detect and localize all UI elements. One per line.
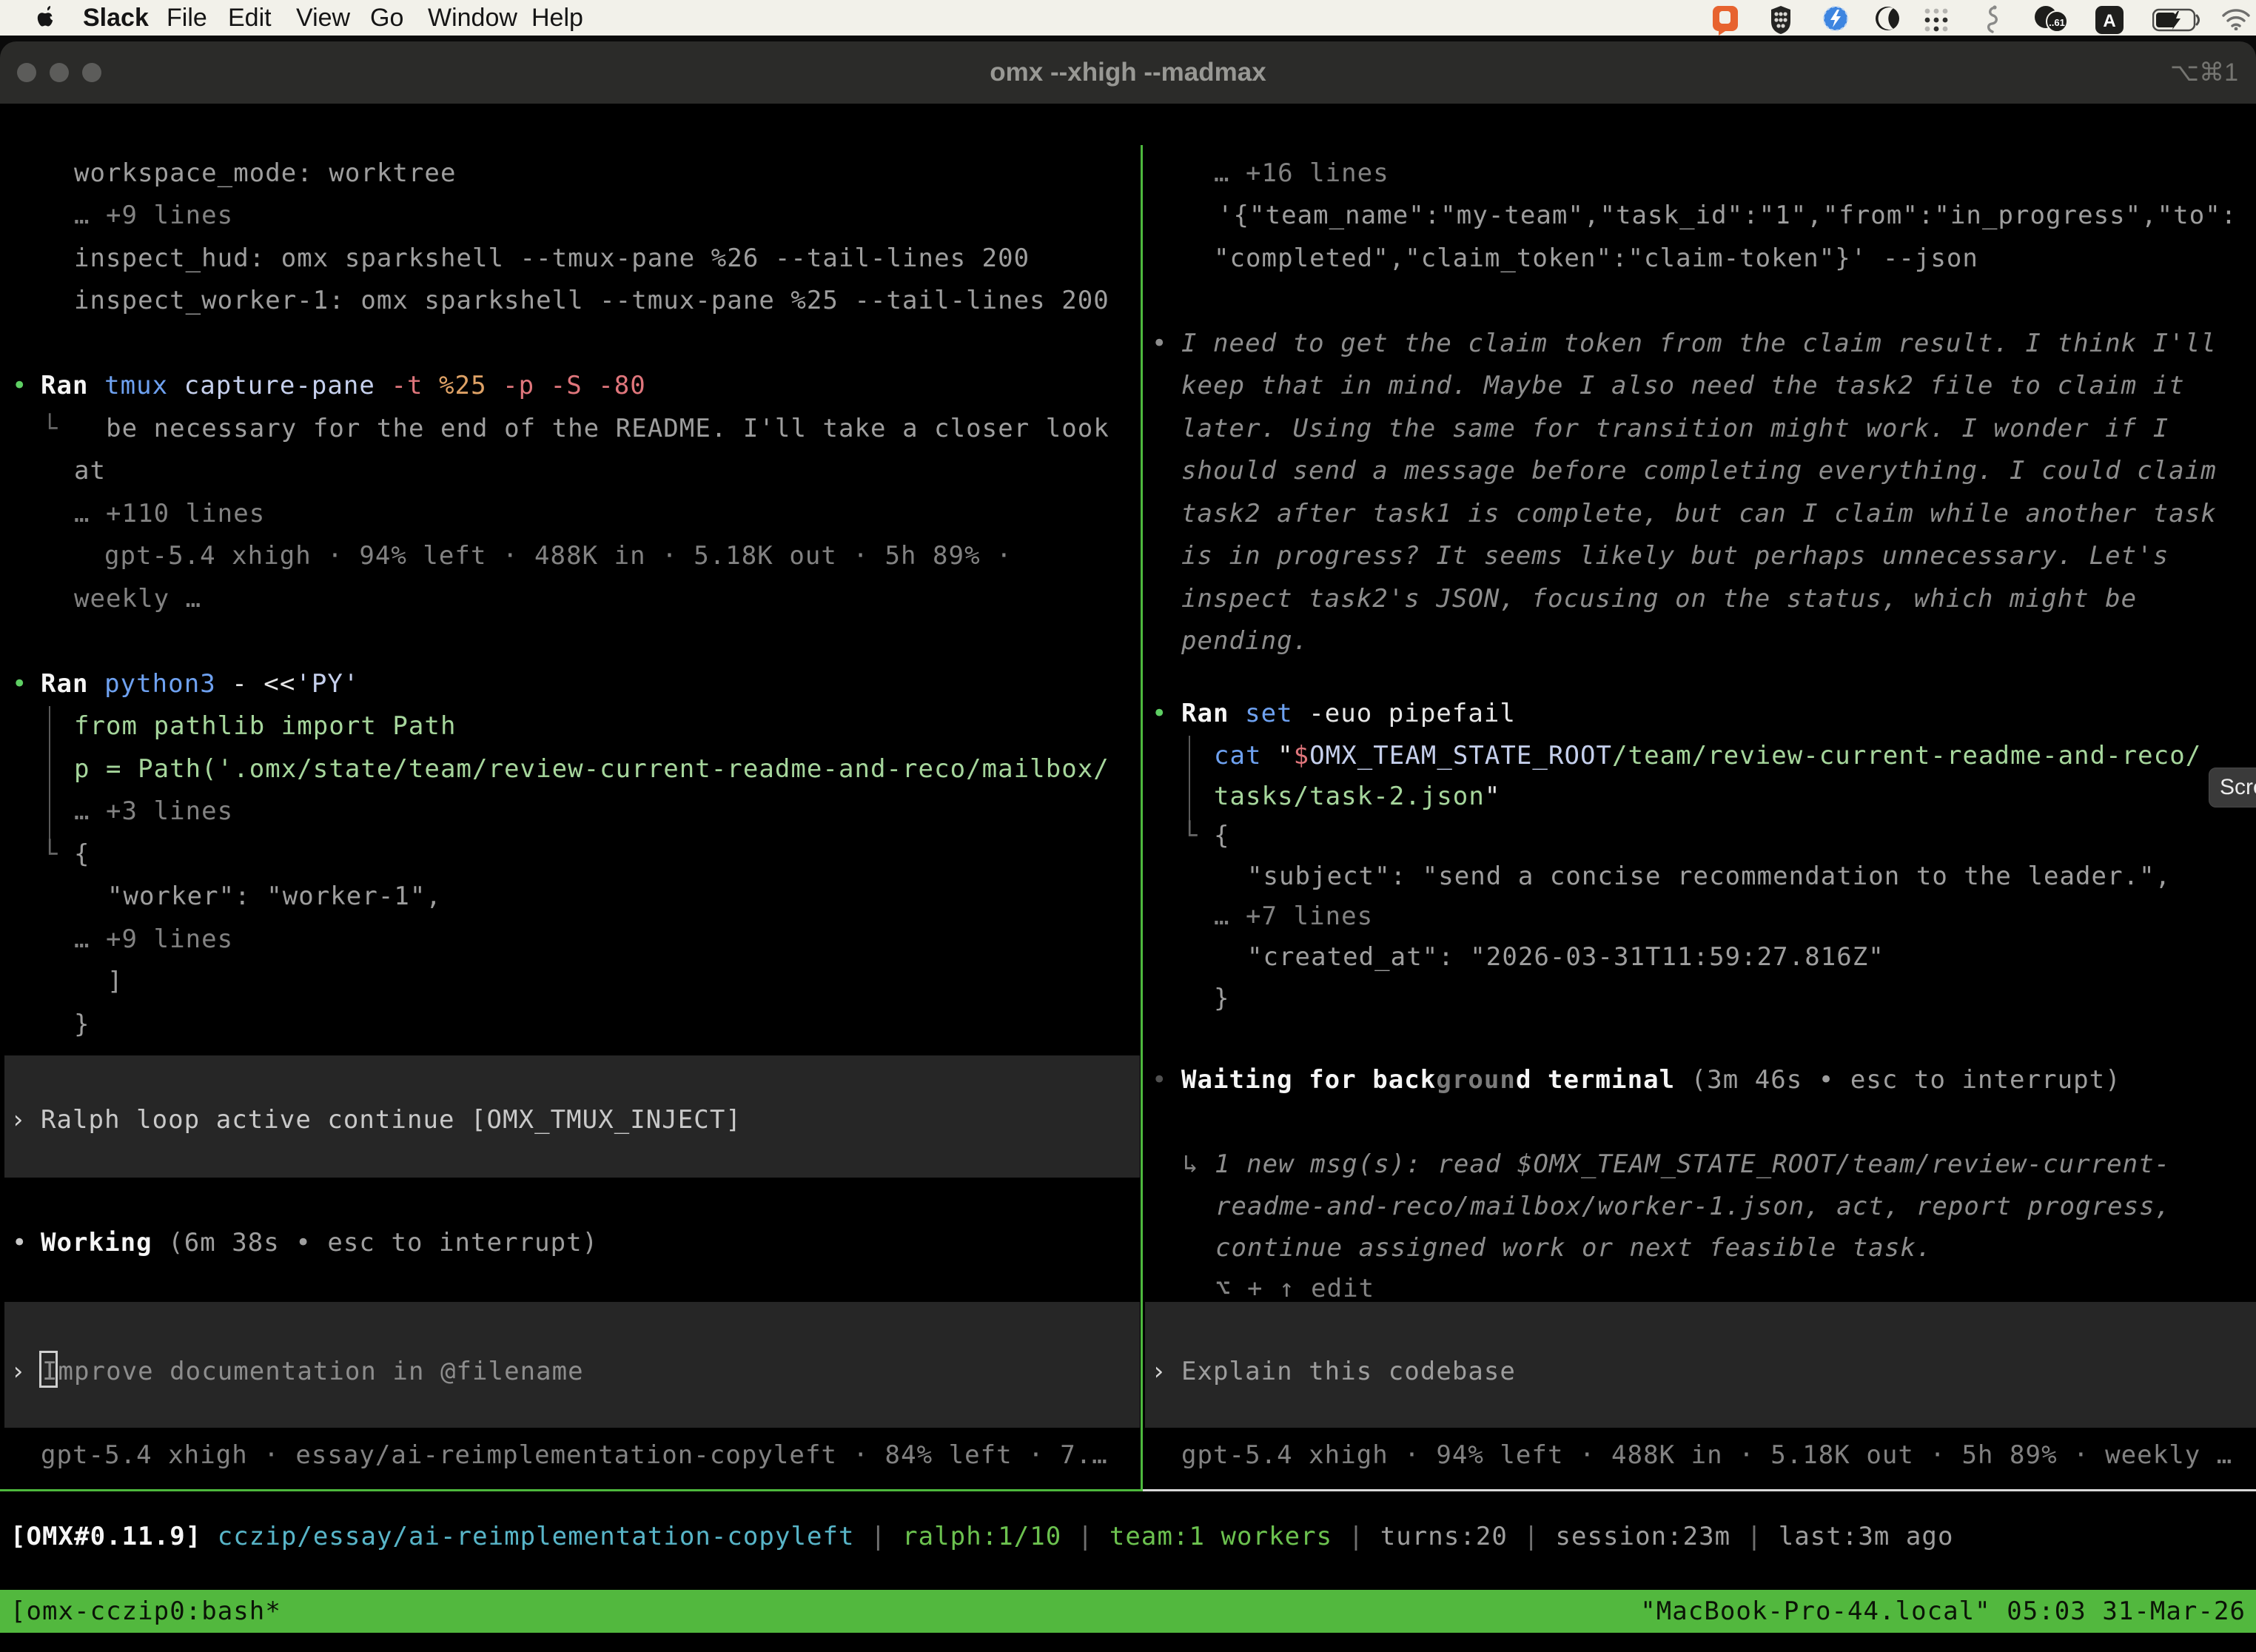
right-pane-line: tasks/task-2.json" — [1214, 782, 1500, 812]
left-pane-line: • — [12, 1228, 28, 1258]
menu-bar: Slack File Edit View Go Window Help ..61… — [0, 0, 2256, 36]
left-pane-line: } — [74, 1010, 90, 1040]
battery-icon[interactable] — [2152, 8, 2201, 36]
left-pane-line: └ be necessary for the end of the README… — [42, 414, 1109, 444]
right-pane-line: task2 after task1 is complete, but can I… — [1181, 499, 2217, 529]
right-pane-line: "created_at": "2026-03-31T11:59:27.816Z" — [1247, 942, 1884, 973]
left-pane-line: Working (6m 38s • esc to interrupt) — [41, 1228, 598, 1258]
left-pane-line: └ { — [42, 839, 90, 870]
right-pane-line: later. Using the same for transition mig… — [1181, 414, 2169, 444]
screen-tooltip: Scre — [2209, 768, 2256, 807]
left-pane-line: gpt-5.4 xhigh · 94% left · 488K in · 5.1… — [104, 541, 1013, 571]
left-pane-line: weekly … — [74, 584, 201, 614]
right-pane-line: cat "$OMX_TEAM_STATE_ROOT/team/review-cu… — [1214, 741, 2201, 771]
left-pane-line: Ran python3 - <<'PY' — [41, 669, 359, 699]
input-source-icon[interactable]: A — [2095, 5, 2124, 38]
right-pane-line: continue assigned work or next feasible … — [1215, 1233, 1932, 1263]
menu-item-view[interactable]: View — [296, 0, 350, 36]
input-source-label: A — [2103, 11, 2115, 31]
right-pane-line: } — [1214, 984, 1230, 1014]
left-pane-line: p = Path('.omx/state/team/review-current… — [74, 754, 1109, 785]
window-shortcut: ⌥⌘1 — [2170, 41, 2238, 104]
screen-capture-icon[interactable] — [1874, 5, 1901, 36]
right-pane-line: › — [1151, 1357, 1167, 1387]
pane-divider[interactable] — [1141, 145, 1143, 1491]
right-pane-line: inspect task2's JSON, focusing on the st… — [1181, 584, 2137, 614]
code-block-gutter — [49, 706, 50, 847]
left-pane-line: ] — [107, 967, 124, 997]
slack-notification-icon[interactable] — [1712, 5, 1739, 40]
left-pane-line: › — [10, 1105, 27, 1135]
terminal-window: workspace_mode: worktree … +9 lines inspec… — [0, 41, 2256, 1652]
right-pane-line: ⌥ + ↑ edit — [1215, 1274, 1374, 1304]
left-pane-bottom-border — [0, 1489, 1141, 1491]
key-chain-icon[interactable] — [1984, 5, 2001, 40]
left-pane-line: › — [10, 1357, 27, 1387]
right-pane-line: … +7 lines — [1214, 901, 1373, 932]
omx-status-line: [OMX#0.11.9] cczip/essay/ai-reimplementa… — [10, 1522, 1953, 1552]
right-pane-line: is in progress? It seems likely but perh… — [1181, 541, 2169, 571]
menu-item-window[interactable]: Window — [428, 0, 517, 36]
right-pane-line: └ { — [1182, 821, 1230, 851]
left-pane-line: … +3 lines — [74, 796, 233, 827]
right-pane-line: "completed","claim_token":"claim-token"}… — [1214, 244, 1978, 274]
right-pane-line: gpt-5.4 xhigh · 94% left · 488K in · 5.1… — [1181, 1440, 2232, 1471]
right-pane-line: I need to get the claim token from the c… — [1181, 329, 2217, 359]
left-pane-line: Improve documentation in @filename — [42, 1357, 584, 1387]
right-pane-line: pending. — [1181, 626, 1309, 657]
apple-menu[interactable] — [36, 0, 58, 36]
left-pane-line: from pathlib import Path — [74, 711, 456, 742]
right-pane-line: keep that in mind. Maybe I also need the… — [1181, 371, 2185, 401]
menu-item-edit[interactable]: Edit — [228, 0, 272, 36]
right-pane-line: '{"team_name":"my-team","task_id":"1","f… — [1218, 201, 2237, 231]
tmux-session-label: [omx-cczip0:bash* — [10, 1590, 281, 1633]
left-pane-line: "worker": "worker-1", — [107, 882, 442, 912]
menu-item-help[interactable]: Help — [531, 0, 583, 36]
left-pane-line: • — [12, 669, 28, 699]
right-pane-line: • — [1152, 699, 1168, 729]
menu-item-go[interactable]: Go — [370, 0, 403, 36]
left-pane-line: … +110 lines — [74, 499, 265, 529]
right-pane-line: • — [1152, 1065, 1168, 1095]
left-pane-line: gpt-5.4 xhigh · essay/ai-reimplementatio… — [41, 1440, 1108, 1471]
sync-bolt-icon[interactable] — [1822, 5, 1849, 36]
menu-item-file[interactable]: File — [167, 0, 207, 36]
right-pane-line: "subject": "send a concise recommendatio… — [1247, 862, 2171, 892]
left-pane-line: inspect_worker-1: omx sparkshell --tmux-… — [74, 286, 1109, 316]
tmux-host-clock: "MacBook-Pro-44.local" 05:03 31-Mar-26 — [1640, 1590, 2246, 1633]
count-badge-icon[interactable]: ..61 — [2034, 5, 2069, 37]
left-pane-line: at — [74, 456, 106, 486]
tmux-status-bar: [omx-cczip0:bash* "MacBook-Pro-44.local"… — [0, 1590, 2256, 1633]
menu-item-app[interactable]: Slack — [83, 0, 149, 36]
right-pane-line: Waiting for background terminal (3m 46s … — [1181, 1065, 2121, 1095]
apple-icon — [36, 4, 58, 34]
left-pane-line: … +9 lines — [74, 201, 233, 231]
right-pane-line: should send a message before completing … — [1181, 456, 2217, 486]
left-pane-line: • — [12, 371, 28, 401]
right-pane-line: readme-and-reco/mailbox/worker-1.json, a… — [1215, 1192, 2171, 1222]
right-pane-line: … +16 lines — [1214, 158, 1389, 189]
grid-menu-icon[interactable] — [1921, 5, 1951, 38]
right-pane-line: ↳ 1 new msg(s): read $OMX_TEAM_STATE_ROO… — [1183, 1149, 2170, 1180]
badge-count-label: ..61 — [2049, 17, 2065, 28]
right-pane-bottom-border — [1143, 1489, 2256, 1491]
privacy-shield-icon[interactable] — [1769, 5, 1793, 38]
terminal: workspace_mode: worktree … +9 lines inspec… — [0, 145, 2256, 1631]
left-pane-line: Ralph loop active continue [OMX_TMUX_INJ… — [41, 1105, 742, 1135]
code-block-gutter — [1189, 736, 1190, 827]
right-pane-line: Explain this codebase — [1181, 1357, 1516, 1387]
right-pane-line: Ran set -euo pipefail — [1181, 699, 1516, 729]
right-pane-line: • — [1152, 329, 1168, 359]
window-title: omx --xhigh --madmax — [0, 41, 2256, 104]
left-pane-line: … +9 lines — [74, 924, 233, 955]
wifi-icon[interactable] — [2220, 7, 2252, 34]
left-pane-line: Ran tmux capture-pane -t %25 -p -S -80 — [41, 371, 646, 401]
left-pane-line: workspace_mode: worktree — [74, 158, 456, 189]
left-pane-line: inspect_hud: omx sparkshell --tmux-pane … — [74, 244, 1030, 274]
